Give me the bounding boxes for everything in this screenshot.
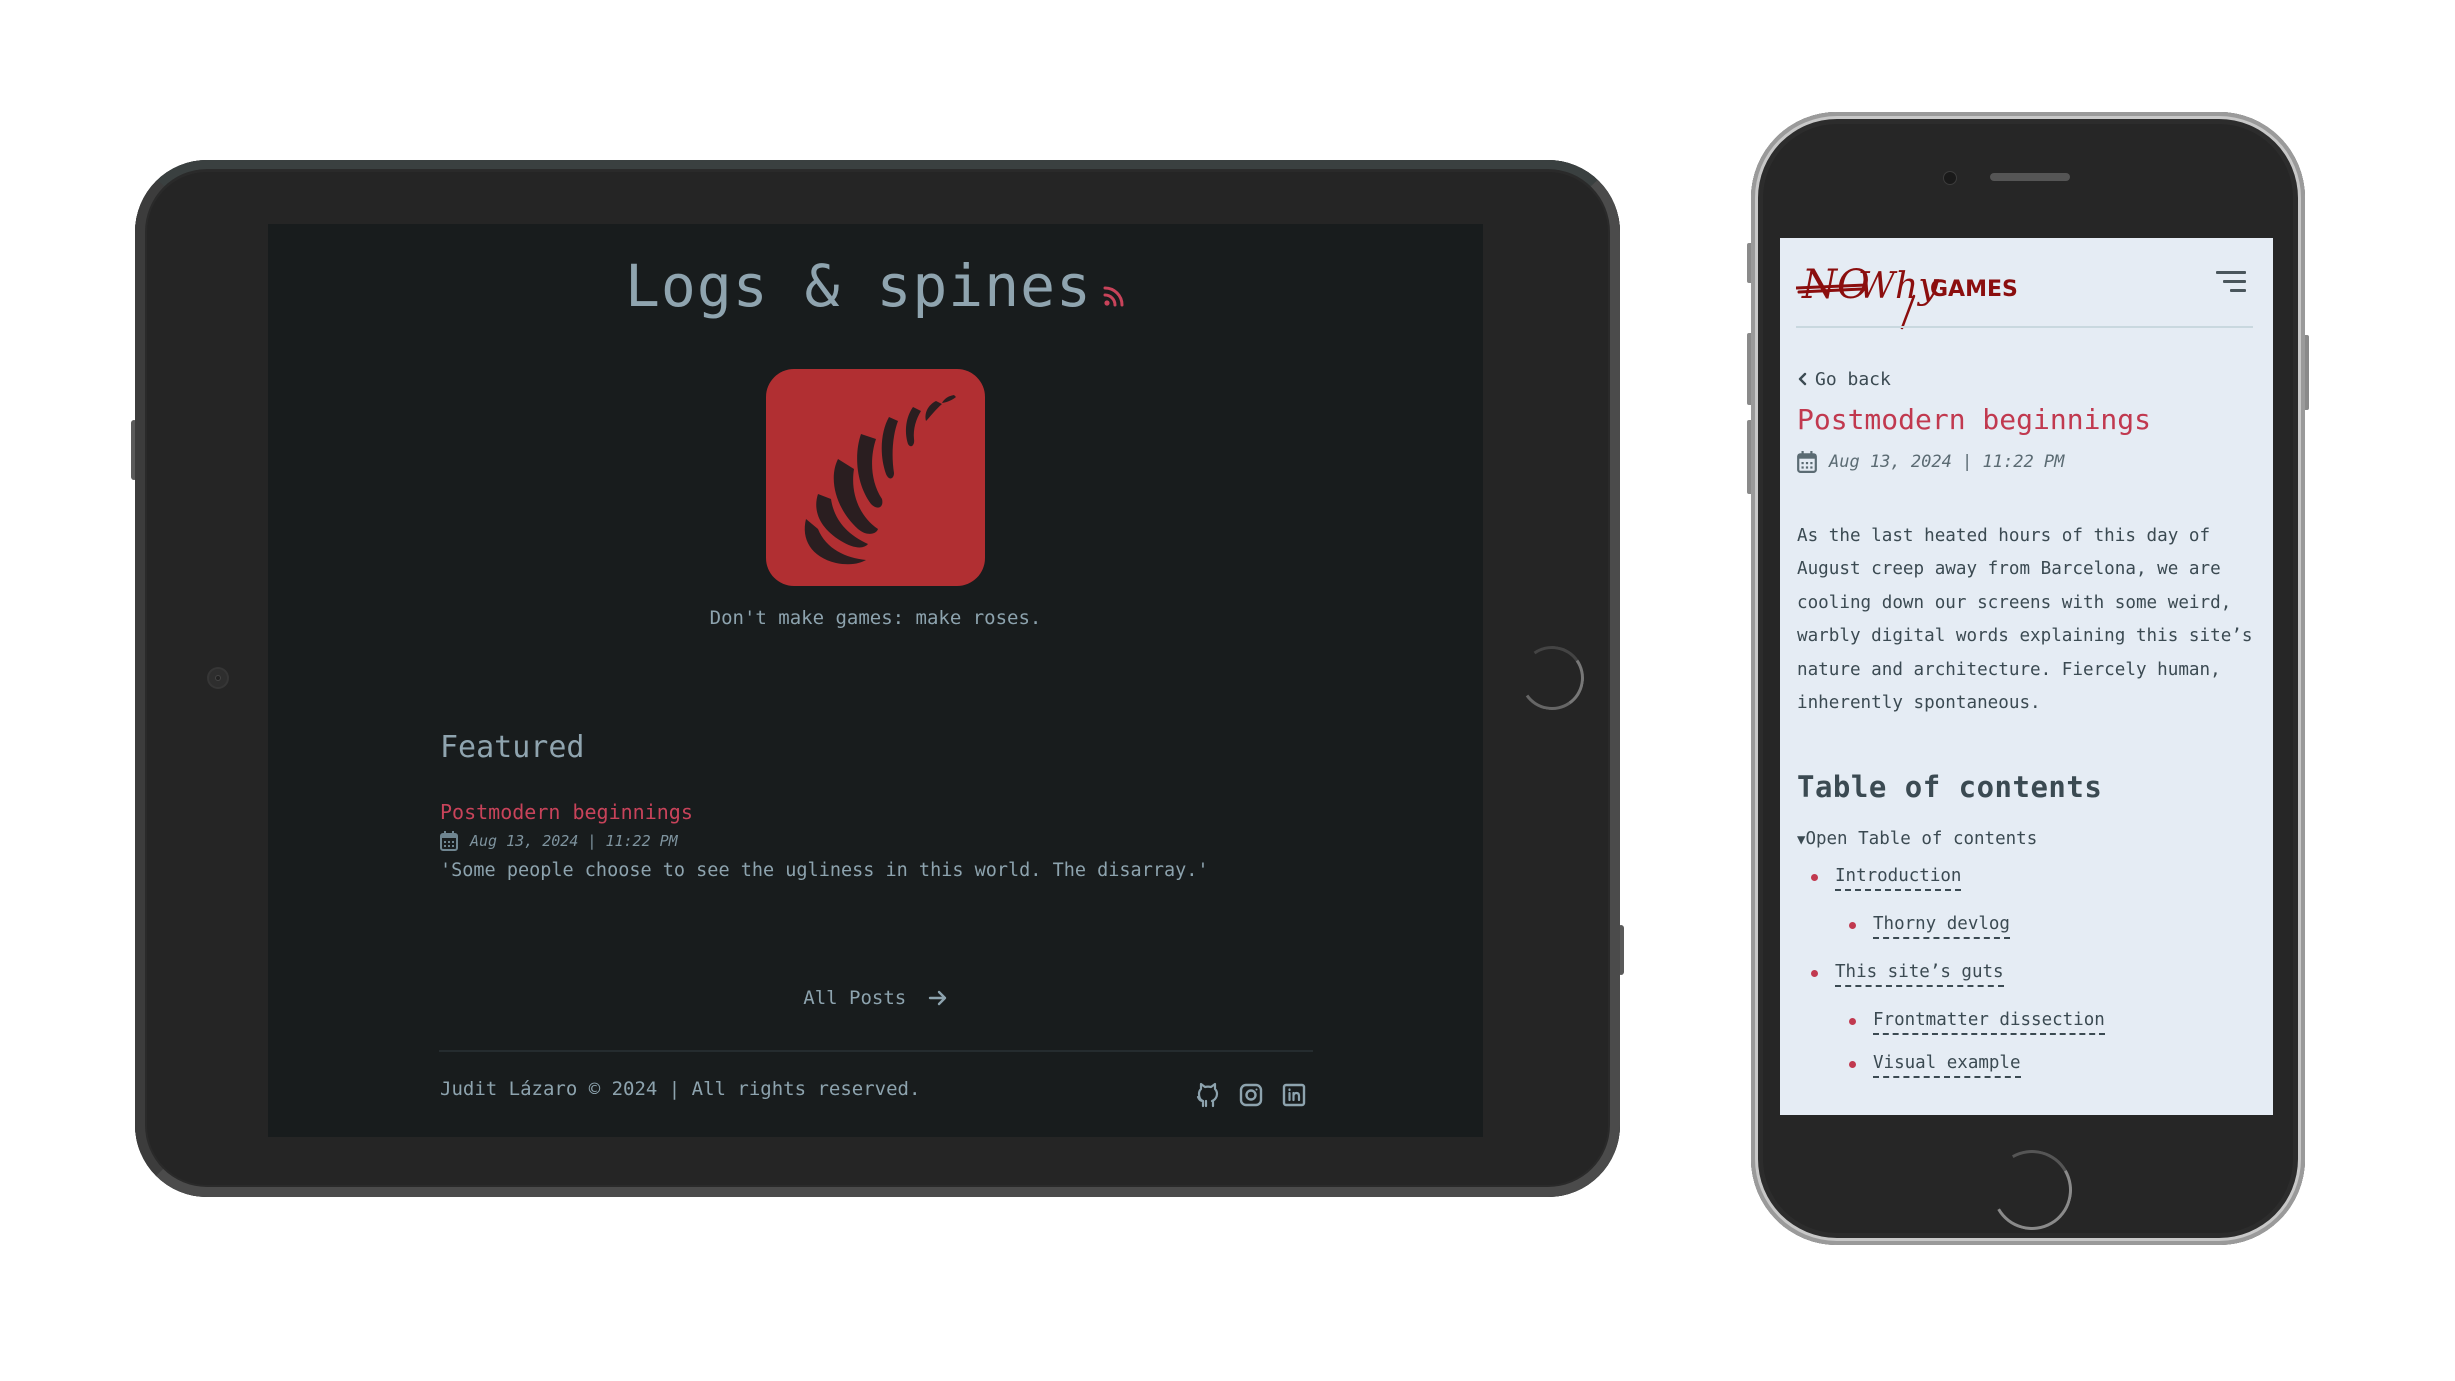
logo-word-text: Why (1858, 266, 1939, 307)
rose-thorn-logo-icon (804, 395, 956, 565)
phone-screen: NO Why GAMES Go back Postmodern beginnin… (1780, 238, 2273, 1115)
footer-copyright: Judit Lázaro © 2024 | All rights reserve… (440, 1078, 921, 1100)
post-body: As the last heated hours of this day of … (1797, 526, 2253, 714)
toc-item[interactable]: Frontmatter dissection (1849, 1010, 2105, 1035)
tablet-camera (209, 669, 227, 687)
toc-link-frontmatter-dissection[interactable]: Frontmatter dissection (1873, 1010, 2105, 1035)
calendar-icon (1797, 451, 1817, 473)
footer-divider (439, 1050, 1313, 1052)
bullet-icon (1849, 1061, 1856, 1068)
site-title: Logs & spines (268, 252, 1483, 320)
bullet-icon (1811, 970, 1818, 977)
rss-icon[interactable] (1102, 284, 1126, 308)
calendar-icon (440, 831, 458, 851)
go-back-label[interactable]: Go back (1815, 369, 1891, 390)
tablet-screen: Logs & spines Don't make games: make ros… (268, 224, 1483, 1137)
featured-post-title-link[interactable]: Postmodern beginnings (440, 800, 693, 824)
toc-link-site-guts[interactable]: This site’s guts (1835, 962, 2004, 987)
phone-front-camera (1943, 171, 1957, 185)
featured-post-date: Aug 13, 2024 | 11:22 PM (440, 831, 678, 851)
phone-speaker (1990, 173, 2070, 181)
featured-heading: Featured (440, 730, 585, 765)
header-divider (1796, 326, 2253, 328)
chevron-left-icon[interactable] (1797, 372, 1809, 386)
toc-link-thorny-devlog[interactable]: Thorny devlog (1873, 914, 2010, 939)
bullet-icon (1849, 922, 1856, 929)
arrow-right-icon[interactable] (928, 989, 948, 1007)
toc-toggle[interactable]: ▼Open Table of contents (1797, 829, 2037, 849)
bullet-icon (1849, 1018, 1856, 1025)
toc-item[interactable]: Visual example (1849, 1053, 2021, 1078)
github-icon[interactable] (1196, 1082, 1220, 1108)
logo-suffix-text: GAMES (1930, 277, 2018, 302)
instagram-icon[interactable] (1239, 1082, 1263, 1108)
bullet-icon (1811, 874, 1818, 881)
toc-item[interactable]: This site’s guts (1811, 962, 2004, 987)
site-title-text: Logs & spines (625, 252, 1092, 320)
rose-thorn-logo (766, 369, 985, 586)
hamburger-menu-icon[interactable] (2216, 271, 2246, 293)
toc-heading: Table of contents (1797, 770, 2103, 804)
all-posts-label[interactable]: All Posts (803, 987, 906, 1009)
featured-post-date-text: Aug 13, 2024 | 11:22 PM (470, 832, 678, 850)
featured-post-description: 'Some people choose to see the ugliness … (440, 860, 1209, 881)
post-date: Aug 13, 2024 | 11:22 PM (1797, 451, 2064, 473)
tagline: Don't make games: make roses. (709, 607, 1042, 629)
post-title: Postmodern beginnings (1797, 403, 2152, 436)
toc-item[interactable]: Introduction (1811, 866, 1962, 891)
linkedin-icon[interactable] (1282, 1082, 1306, 1108)
toc-toggle-label[interactable]: Open Table of contents (1805, 829, 2037, 849)
post-date-text: Aug 13, 2024 | 11:22 PM (1829, 452, 2065, 472)
toc-link-visual-example[interactable]: Visual example (1873, 1053, 2021, 1078)
all-posts-link[interactable]: All Posts (268, 987, 1483, 1009)
nowhy-games-logo[interactable]: NO Why GAMES (1796, 258, 2036, 330)
toc-item[interactable]: Thorny devlog (1849, 914, 2010, 939)
go-back-link[interactable]: Go back (1797, 369, 1891, 390)
toc-link-introduction[interactable]: Introduction (1835, 866, 1962, 891)
